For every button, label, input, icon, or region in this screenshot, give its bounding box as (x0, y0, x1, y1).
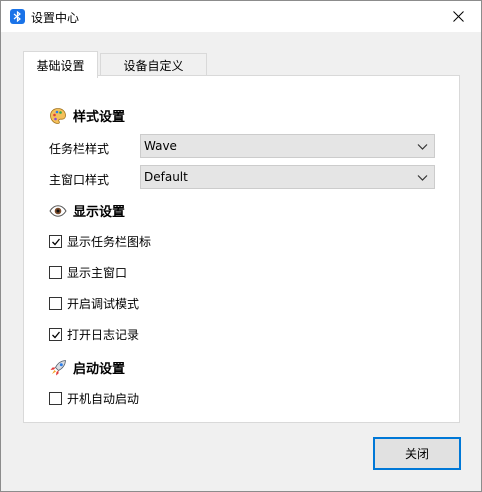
section-style-title: 样式设置 (49, 106, 125, 125)
close-icon (452, 11, 464, 22)
tab-device-custom[interactable]: 设备自定义 (100, 53, 207, 77)
close-button-label: 关闭 (404, 447, 429, 461)
title-bar: 设置中心 (1, 1, 481, 32)
rocket-icon (49, 359, 67, 377)
mainwindow-style-select[interactable]: Default (140, 165, 435, 189)
checkbox[interactable] (49, 235, 62, 248)
checkbox[interactable] (49, 266, 62, 279)
mainwindow-style-label: 主窗口样式 (49, 173, 110, 187)
tab-label: 设备自定义 (123, 59, 184, 73)
close-button[interactable]: 关闭 (373, 437, 461, 470)
tab-basic-settings[interactable]: 基础设置 (23, 51, 98, 78)
window-title: 设置中心 (31, 11, 80, 25)
section-title-text: 样式设置 (73, 110, 126, 125)
checkbox[interactable] (49, 328, 62, 341)
section-startup-title: 启动设置 (49, 358, 125, 377)
eye-icon (49, 202, 67, 220)
chevron-down-icon (417, 144, 428, 150)
section-title-text: 启动设置 (73, 362, 126, 377)
checkmark-icon (51, 331, 60, 338)
bluetooth-icon (10, 9, 25, 24)
taskbar-style-value: Wave (144, 139, 177, 153)
option-label: 开启调试模式 (67, 297, 140, 311)
section-title-text: 显示设置 (73, 205, 126, 220)
option-show-main-window[interactable]: 显示主窗口 (49, 264, 127, 281)
option-label: 打开日志记录 (67, 328, 140, 342)
option-debug-mode[interactable]: 开启调试模式 (49, 295, 139, 312)
option-label: 开机自动启动 (67, 392, 140, 406)
option-auto-start[interactable]: 开机自动启动 (49, 390, 139, 407)
palette-icon (49, 107, 67, 125)
chevron-down-icon (417, 175, 428, 181)
tab-panel: 样式设置 任务栏样式 Wave 主窗口样式 Default 显示设置 显示任务栏… (23, 75, 460, 423)
option-label: 显示任务栏图标 (67, 235, 152, 249)
checkmark-icon (51, 238, 60, 245)
checkbox[interactable] (49, 297, 62, 310)
taskbar-style-label: 任务栏样式 (49, 142, 110, 156)
option-enable-logging[interactable]: 打开日志记录 (49, 326, 139, 343)
tab-label: 基础设置 (36, 58, 85, 73)
checkbox[interactable] (49, 392, 62, 405)
mainwindow-style-value: Default (144, 170, 188, 184)
section-display-title: 显示设置 (49, 201, 125, 220)
option-label: 显示主窗口 (67, 266, 128, 280)
close-window-button[interactable] (435, 1, 481, 32)
settings-window: 设置中心 基础设置 设备自定义 样式设置 任务栏样式 Wave 主窗口样式 De… (0, 0, 482, 492)
option-show-taskbar-icon[interactable]: 显示任务栏图标 (49, 233, 151, 250)
taskbar-style-select[interactable]: Wave (140, 134, 435, 158)
